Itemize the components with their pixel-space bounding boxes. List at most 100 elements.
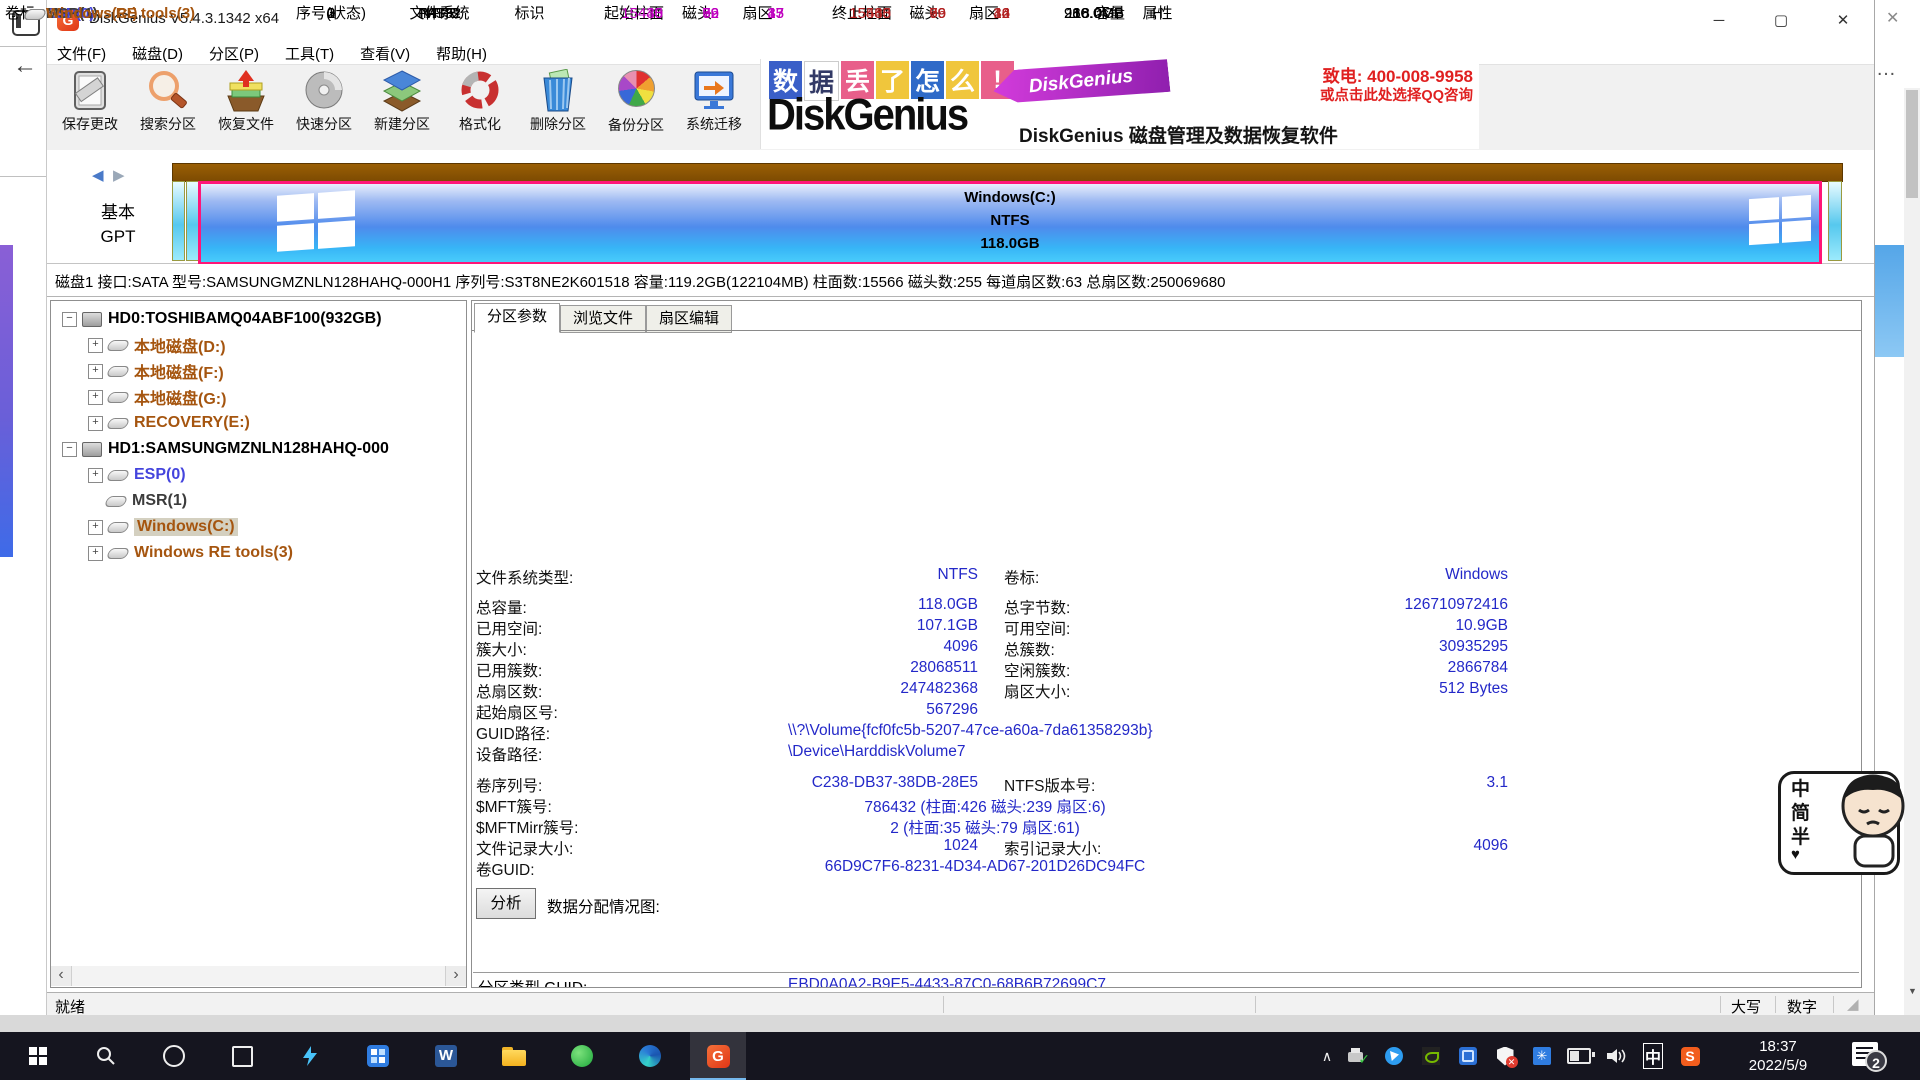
status-caps-indicator: 大写 — [1731, 996, 1761, 1017]
scroll-left-icon[interactable]: ‹ — [51, 966, 72, 986]
bg-scrollbar-thumb[interactable] — [1906, 90, 1918, 198]
resize-grip-icon[interactable]: ◢ — [1847, 995, 1859, 1013]
tab-分区参数[interactable]: 分区参数 — [474, 303, 560, 333]
tab-浏览文件[interactable]: 浏览文件 — [560, 305, 646, 333]
expander-minus-icon[interactable]: − — [62, 442, 77, 457]
tray-snowflake-icon[interactable]: ✳ — [1525, 1032, 1559, 1080]
detail-label-卷序列号:: 卷序列号: — [476, 774, 542, 796]
ime-mode-中[interactable]: 中 — [1791, 778, 1810, 802]
tray-bluebird-icon[interactable] — [1377, 1032, 1411, 1080]
toolbar-button-system-migrate[interactable]: 系统迁移 — [675, 66, 753, 148]
bg-scrollbar[interactable]: ▼ — [1904, 88, 1920, 1015]
taskbar-app-diskgenius[interactable]: G — [690, 1032, 746, 1080]
tray-intel-graphics-icon[interactable] — [1451, 1032, 1485, 1080]
tray-sogou-icon[interactable]: S — [1673, 1032, 1707, 1080]
back-arrow-icon[interactable]: ← — [13, 52, 37, 80]
prev-disk-icon[interactable]: ◀ — [92, 166, 104, 184]
toolbar-button-format[interactable]: 格式化 — [441, 66, 519, 148]
taskbar-app-search[interactable] — [78, 1032, 134, 1080]
tree-item-HD0:TOSHIBAMQ04ABF100(932GB)[interactable]: −HD0:TOSHIBAMQ04ABF100(932GB) — [52, 306, 472, 332]
detail-value: 247482368 — [560, 680, 978, 698]
tray-security-center-icon[interactable]: ✕ — [1488, 1032, 1522, 1080]
taskbar-app-file-explorer[interactable] — [486, 1032, 542, 1080]
feishu-icon — [299, 1045, 321, 1067]
taskbar-app-word[interactable]: W — [418, 1032, 474, 1080]
tree-item-HD1:SAMSUNGMZNLN128HAHQ-000[interactable]: −HD1:SAMSUNGMZNLN128HAHQ-000 — [52, 436, 472, 462]
expander-plus-icon[interactable]: + — [88, 338, 103, 353]
partition-windows-c[interactable]: Windows(C:) NTFS 118.0GB — [198, 181, 1822, 265]
taskbar-app-feishu[interactable] — [282, 1032, 338, 1080]
tree-hscrollbar[interactable]: ‹ › — [51, 966, 466, 986]
detail-value: 4096 — [560, 638, 978, 656]
partition-name: Windows(C:) — [201, 186, 1819, 209]
tray-power-icon[interactable] — [1562, 1032, 1596, 1080]
menu-item-工具(T)[interactable]: 工具(T) — [283, 40, 336, 67]
ime-mode-简[interactable]: 简 — [1791, 802, 1810, 826]
expander-plus-icon[interactable]: + — [88, 416, 103, 431]
taskbar-app-start[interactable] — [10, 1032, 66, 1080]
toolbar-button-new-partition[interactable]: 新建分区 — [363, 66, 441, 148]
close-button[interactable]: ✕ — [1812, 0, 1874, 40]
menu-item-帮助(H)[interactable]: 帮助(H) — [434, 40, 489, 67]
file-explorer-icon — [502, 1047, 526, 1066]
status-bar: 就绪 大写 数字 ◢ — [47, 992, 1874, 1016]
partition-icon — [104, 496, 128, 507]
taskbar-app-tiles-app[interactable] — [350, 1032, 406, 1080]
tree-item-RECOVERY(E:)[interactable]: +RECOVERY(E:) — [52, 410, 498, 436]
menu-item-查看(V)[interactable]: 查看(V) — [358, 40, 412, 67]
toolbar-button-search-partition[interactable]: 搜索分区 — [129, 66, 207, 148]
menu-item-磁盘(D)[interactable]: 磁盘(D) — [130, 40, 185, 67]
delete-partition-icon — [535, 69, 581, 113]
toolbar-button-save-changes[interactable]: 保存更改 — [51, 66, 129, 148]
toolbar-button-delete-partition[interactable]: 删除分区 — [519, 66, 597, 148]
tree-item-label: Windows(C:) — [134, 518, 238, 536]
tree-item-本地磁盘(F:)[interactable]: +本地磁盘(F:) — [52, 358, 498, 384]
toolbar-button-recover-files[interactable]: 恢复文件 — [207, 66, 285, 148]
tray-volume-icon[interactable] — [1599, 1032, 1633, 1080]
notification-icon[interactable]: 2 — [1852, 1042, 1878, 1066]
toolbar-button-backup-partition[interactable]: 备份分区 — [597, 66, 675, 148]
expander-plus-icon[interactable]: + — [88, 468, 103, 483]
tree-item-Windows RE tools(3)[interactable]: +Windows RE tools(3) — [52, 540, 498, 566]
tray-printer-ok-icon[interactable]: ✓ — [1340, 1032, 1374, 1080]
ime-floating-widget[interactable]: 中简半 ♥ — [1778, 771, 1900, 875]
expander-plus-icon[interactable]: + — [88, 390, 103, 405]
tray-nvidia-icon[interactable] — [1414, 1032, 1448, 1080]
bg-close-icon[interactable]: ✕ — [1886, 8, 1899, 28]
tree-item-MSR(1)[interactable]: MSR(1) — [52, 488, 498, 514]
menu-item-分区(P)[interactable]: 分区(P) — [207, 40, 261, 67]
tray-ime-zh-icon[interactable]: 中 — [1636, 1032, 1670, 1080]
taskbar-app-cortana[interactable] — [146, 1032, 202, 1080]
maximize-button[interactable]: ▢ — [1750, 0, 1812, 40]
bg-scroll-down-icon[interactable]: ▼ — [1908, 986, 1917, 996]
expander-plus-icon[interactable]: + — [88, 364, 103, 379]
next-disk-icon[interactable]: ▶ — [113, 166, 125, 184]
disk-bar-panel: ◀ ▶ 基本 GPT Windows(C:) NTFS 118.0GB — [47, 150, 1874, 264]
format-icon — [457, 69, 503, 113]
analyze-button[interactable]: 分析 — [476, 888, 536, 919]
tree-item-本地磁盘(D:)[interactable]: +本地磁盘(D:) — [52, 332, 498, 358]
taskbar-app-green-browser[interactable] — [554, 1032, 610, 1080]
expander-plus-icon[interactable]: + — [88, 520, 103, 535]
toolbar-button-quick-partition[interactable]: 快速分区 — [285, 66, 363, 148]
scroll-right-icon[interactable]: › — [445, 966, 466, 986]
banner-qq-link[interactable]: 或点击此处选择QQ咨询 — [1275, 84, 1473, 105]
tree-item-本地磁盘(G:)[interactable]: +本地磁盘(G:) — [52, 384, 498, 410]
banner-logo-text: DiskGenius — [767, 90, 967, 140]
ad-banner[interactable]: 数据丢了怎么! DiskGenius DiskGenius 致电: 400-00… — [760, 59, 1479, 149]
tray-expand-icon[interactable]: ∧ — [1310, 1032, 1344, 1080]
tree-item-ESP(0)[interactable]: +ESP(0) — [52, 462, 498, 488]
taskbar-app-edge[interactable] — [622, 1032, 678, 1080]
partition-re-tools-sliver[interactable] — [1828, 181, 1842, 261]
expander-minus-icon[interactable]: − — [62, 312, 77, 327]
bg-menu-ellipsis-icon[interactable]: … — [1876, 58, 1897, 81]
minimize-button[interactable]: ─ — [1688, 0, 1750, 40]
tree-item-Windows(C:)[interactable]: + Windows(C:) — [52, 514, 498, 540]
tab-扇区编辑[interactable]: 扇区编辑 — [646, 305, 732, 333]
desktop-strip — [0, 1015, 1920, 1032]
expander-plus-icon[interactable]: + — [88, 546, 103, 561]
partition-esp-sliver[interactable] — [172, 181, 185, 261]
taskbar-app-task-view[interactable] — [214, 1032, 270, 1080]
menu-item-文件(F)[interactable]: 文件(F) — [55, 40, 108, 67]
taskbar-clock[interactable]: 18:37 2022/5/9 — [1728, 1037, 1828, 1075]
